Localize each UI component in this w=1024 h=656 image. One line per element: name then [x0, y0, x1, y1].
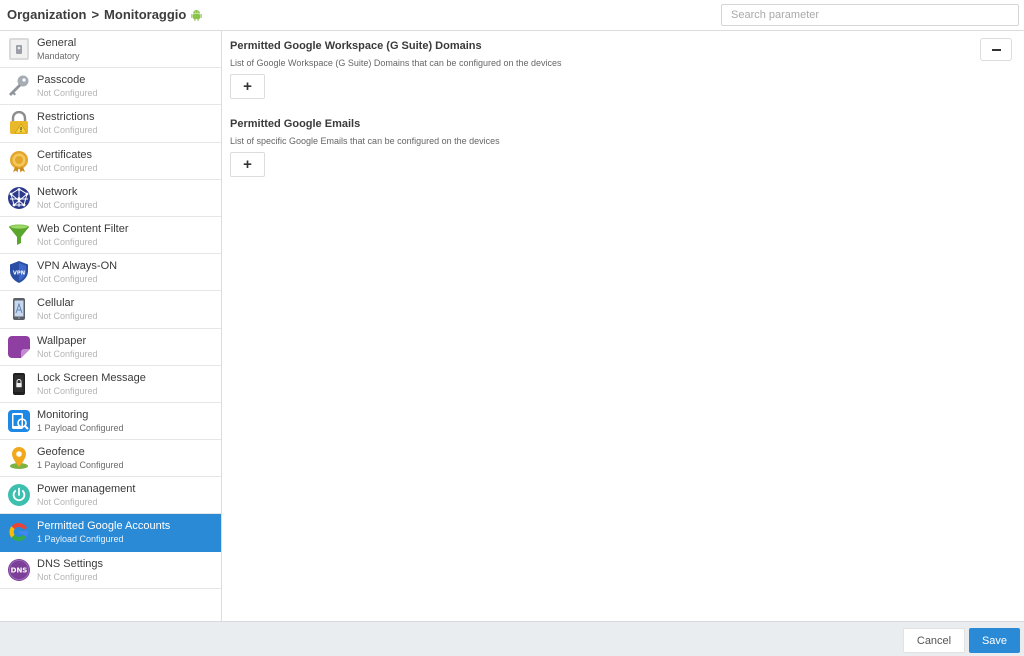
sidebar-item-passcode[interactable]: Passcode Not Configured [0, 68, 221, 106]
sidebar-item-label: Certificates [37, 148, 93, 161]
minus-icon [991, 48, 1001, 51]
sidebar-item-restrictions[interactable]: Restrictions Not Configured [0, 105, 221, 143]
sidebar-item-vpn-always-on[interactable]: VPN VPN Always-ON Not Configured [0, 254, 221, 292]
svg-text:DNS: DNS [11, 566, 28, 574]
sidebar-item-monitoring[interactable]: Monitoring 1 Payload Configured [0, 403, 221, 441]
vpn-shield-icon: VPN [10, 261, 28, 284]
main-panel: Permitted Google Workspace (G Suite) Dom… [222, 31, 1024, 621]
sidebar-item-status: Not Configured [37, 385, 98, 396]
sidebar-item-label: DNS Settings [37, 557, 104, 570]
add-email-button[interactable]: + [230, 152, 265, 177]
cellular-icon [13, 298, 25, 321]
sidebar-item-label: General [37, 37, 77, 49]
save-button[interactable]: Save [969, 628, 1020, 653]
domains-description: List of Google Workspace (G Suite) Domai… [230, 58, 562, 68]
sidebar-item-label: Lock Screen Message [37, 371, 146, 384]
sidebar-item-label: Network [37, 185, 78, 198]
sidebar-item-status: Not Configured [37, 199, 98, 210]
sidebar-item-status: Not Configured [37, 162, 98, 173]
sidebar-item-label: VPN Always-ON [37, 260, 118, 273]
certificate-icon [10, 150, 28, 173]
sidebar-item-general[interactable]: General Mandatory [0, 31, 221, 69]
key-icon [9, 75, 29, 97]
dns-icon: DNS [8, 558, 30, 581]
search-input[interactable] [721, 4, 1019, 26]
sidebar-item-wallpaper[interactable]: Wallpaper Not Configured [0, 329, 221, 366]
geofence-icon [10, 447, 28, 470]
sidebar-item-status: Not Configured [37, 88, 98, 99]
sidebar-item-status: 1 Payload Configured [37, 460, 124, 471]
emails-section: Permitted Google Emails List of specific… [230, 118, 500, 177]
sidebar-item-status: Not Configured [37, 348, 98, 359]
sidebar-item-status: Not Configured [37, 274, 98, 285]
footer-bar: Cancel Save [0, 621, 1024, 656]
sidebar-item-status: Not Configured [37, 236, 98, 247]
sidebar-item-status: Mandatory [37, 51, 80, 61]
sidebar-item-status: 1 Payload Configured [37, 534, 124, 545]
restrictions-icon [10, 111, 28, 135]
funnel-icon [9, 224, 29, 245]
sidebar-item-certificates[interactable]: Certificates Not Configured [0, 143, 221, 180]
general-icon [9, 38, 29, 60]
remove-payload-button[interactable] [980, 38, 1012, 61]
sidebar-item-status: Not Configured [37, 571, 98, 582]
breadcrumb: Organization > Monitoraggio [7, 7, 203, 22]
header-bar: Organization > Monitoraggio [0, 0, 1024, 31]
sidebar-item-dns-settings[interactable]: DNS DNS Settings Not Configured [0, 552, 221, 589]
add-domain-button[interactable]: + [230, 74, 265, 99]
sidebar-item-cellular[interactable]: Cellular Not Configured [0, 291, 221, 329]
domains-title: Permitted Google Workspace (G Suite) Dom… [230, 40, 482, 52]
sidebar-item-label: Monitoring [37, 408, 89, 421]
sidebar-item-status: Not Configured [37, 497, 98, 508]
breadcrumb-current: Monitoraggio [104, 7, 187, 22]
sidebar-item-label: Restrictions [37, 111, 95, 124]
emails-title: Permitted Google Emails [230, 118, 361, 130]
sidebar-item-label: Wallpaper [37, 334, 87, 347]
domains-section: Permitted Google Workspace (G Suite) Dom… [230, 40, 562, 99]
power-icon [8, 484, 30, 507]
sidebar-item-network[interactable]: Network Not Configured [0, 180, 221, 217]
plus-icon: + [243, 78, 252, 95]
breadcrumb-separator: > [91, 7, 100, 22]
breadcrumb-root[interactable]: Organization [7, 7, 86, 22]
network-icon [8, 186, 30, 209]
svg-text:VPN: VPN [13, 271, 25, 277]
lock-screen-icon [13, 372, 25, 395]
sidebar-item-permitted-google-accounts[interactable]: Permitted Google Accounts 1 Payload Conf… [0, 514, 221, 552]
sidebar-item-status: 1 Payload Configured [37, 422, 124, 433]
sidebar-item-lock-screen-message[interactable]: Lock Screen Message Not Configured [0, 366, 221, 403]
sidebar-item-label: Passcode [37, 74, 86, 87]
sidebar-item-geofence[interactable]: Geofence 1 Payload Configured [0, 440, 221, 478]
emails-description: List of specific Google Emails that can … [230, 136, 500, 146]
plus-icon: + [243, 156, 252, 173]
google-icon [9, 523, 29, 542]
sidebar-item-web-content-filter[interactable]: Web Content Filter Not Configured [0, 217, 221, 255]
sidebar-item-label: Power management [37, 483, 136, 496]
sidebar: General Mandatory Passcode Not Configure… [0, 31, 222, 621]
wallpaper-icon [8, 335, 30, 358]
sidebar-item-power-management[interactable]: Power management Not Configured [0, 477, 221, 515]
sidebar-item-label: Cellular [37, 297, 75, 310]
cancel-button[interactable]: Cancel [903, 628, 965, 653]
android-icon [191, 9, 203, 21]
monitoring-icon [8, 409, 30, 432]
sidebar-item-status: Not Configured [37, 125, 98, 136]
sidebar-item-label: Geofence [37, 446, 85, 459]
sidebar-item-status: Not Configured [37, 311, 98, 322]
sidebar-item-label: Web Content Filter [37, 222, 129, 235]
sidebar-item-label: Permitted Google Accounts [37, 520, 171, 533]
